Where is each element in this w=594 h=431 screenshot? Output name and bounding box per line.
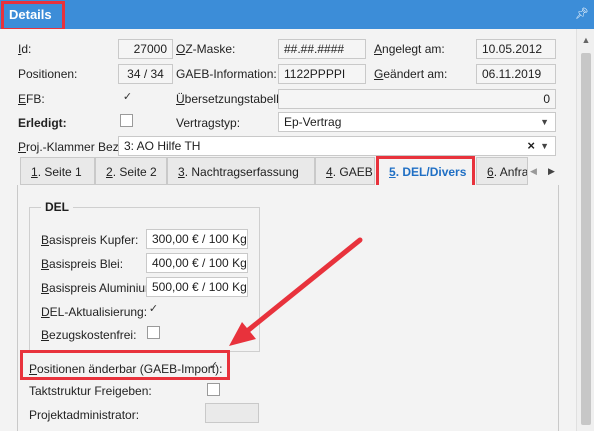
annotation-arrow-icon xyxy=(229,237,363,346)
